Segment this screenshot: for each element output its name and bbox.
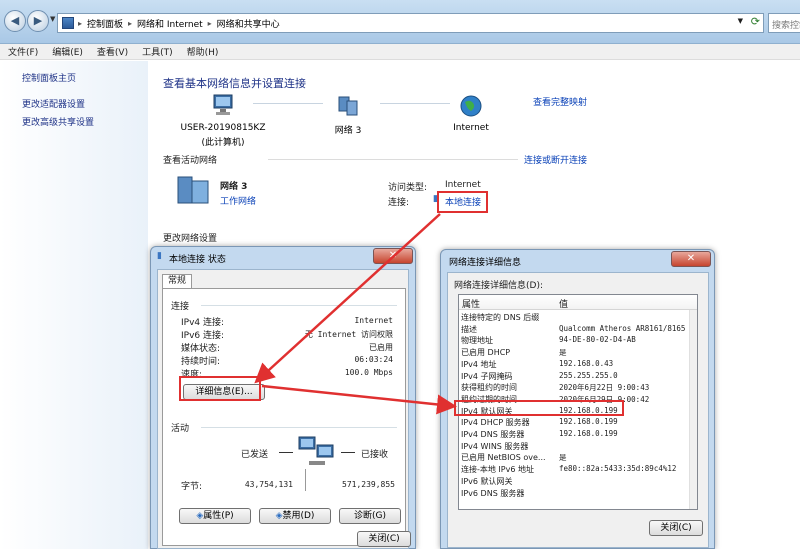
arrow-to-gateway — [261, 384, 457, 415]
arrow-to-details-button — [254, 213, 441, 384]
annotation-arrows — [254, 213, 457, 415]
